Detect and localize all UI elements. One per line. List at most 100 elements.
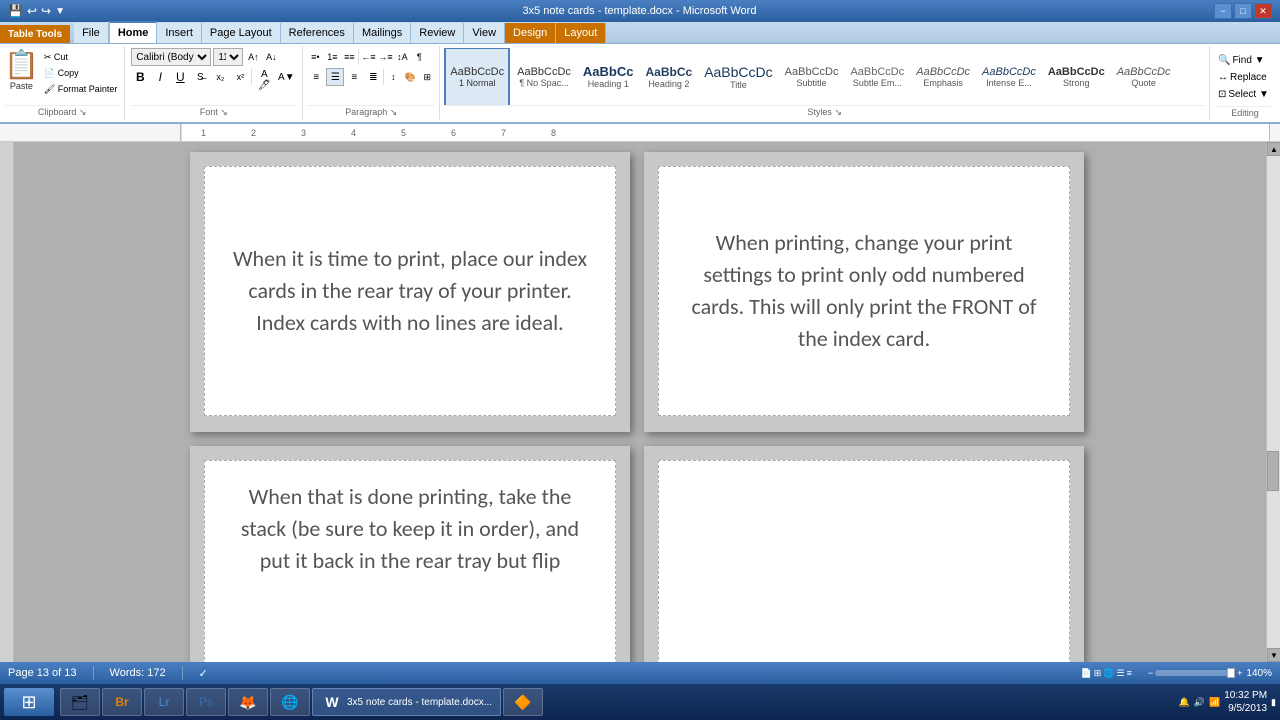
card-inner-1[interactable]: When it is time to print, place our inde… (204, 166, 616, 416)
card-inner-2[interactable]: When printing, change your print setting… (658, 166, 1070, 416)
style-heading2[interactable]: AaBbCc Heading 2 (641, 48, 698, 105)
line-spacing-button[interactable]: ↕ (385, 68, 401, 86)
text-highlight-button[interactable]: A🖊 (254, 68, 274, 86)
card-inner-4[interactable] (658, 460, 1070, 662)
taskbar-vlc[interactable]: 🔶 (503, 688, 543, 716)
taskbar-chrome[interactable]: 🌐 (270, 688, 310, 716)
style-subtitle[interactable]: AaBbCcDc Subtitle (780, 48, 844, 105)
increase-indent-button[interactable]: →≡ (377, 48, 393, 66)
scroll-track[interactable] (1267, 156, 1280, 648)
window-controls[interactable]: − □ ✕ (1214, 3, 1272, 19)
style-quote[interactable]: AaBbCcDc Quote (1112, 48, 1176, 105)
borders-button[interactable]: ⊞ (419, 68, 435, 86)
font-name-select[interactable]: Calibri (Body) (131, 48, 211, 66)
style-strong[interactable]: AaBbCcDc Strong (1043, 48, 1110, 105)
zoom-slider[interactable] (1155, 670, 1235, 676)
taskbar-lightroom[interactable]: Lr (144, 688, 184, 716)
card-page-2: When printing, change your print setting… (644, 152, 1084, 432)
close-button[interactable]: ✕ (1254, 3, 1272, 19)
show-formatting-button[interactable]: ¶ (411, 48, 427, 66)
maximize-button[interactable]: □ (1234, 3, 1252, 19)
font-grow-button[interactable]: A↑ (245, 48, 261, 66)
multilevel-button[interactable]: ≡≡ (341, 48, 357, 66)
cut-button[interactable]: ✂ Cut (41, 50, 120, 65)
view-draft-icon[interactable]: ≡ (1127, 668, 1132, 678)
view-outline-icon[interactable]: ☰ (1117, 668, 1125, 679)
style-subtle-em[interactable]: AaBbCcDc Subtle Em... (845, 48, 909, 105)
superscript-button[interactable]: x² (231, 68, 249, 86)
style-normal[interactable]: AaBbCcDc 1 Normal (444, 48, 510, 105)
style-no-spacing[interactable]: AaBbCcDc ¶ No Spac... (512, 48, 576, 105)
spell-check-icon[interactable]: ✓ (199, 667, 208, 680)
tab-review[interactable]: Review (411, 23, 464, 43)
align-center-button[interactable]: ☰ (326, 68, 344, 86)
style-emphasis[interactable]: AaBbCcDc Emphasis (911, 48, 975, 105)
clipboard-group: 📋 Paste ✂ Cut 📄 Copy 🖌 Format Painter Cl… (0, 46, 125, 120)
table-tools-tab[interactable]: Table Tools (0, 25, 70, 43)
style-heading1[interactable]: AaBbCc Heading 1 (578, 48, 639, 105)
vertical-scrollbar[interactable]: ▲ ▼ (1266, 142, 1280, 662)
view-web-icon[interactable]: 🌐 (1103, 668, 1114, 679)
card-page-4 (644, 446, 1084, 662)
find-button[interactable]: 🔍 Find ▼ (1216, 53, 1274, 68)
start-button[interactable]: ⊞ (4, 688, 54, 716)
zoom-level[interactable]: 140% (1246, 668, 1272, 679)
font-group: Calibri (Body) 11 A↑ A↓ B I U S̶ x₂ x² A… (125, 46, 303, 120)
taskbar-explorer[interactable]: 🗂 (60, 688, 100, 716)
view-full-icon[interactable]: ⊞ (1094, 668, 1102, 679)
subscript-button[interactable]: x₂ (211, 68, 229, 86)
tab-references[interactable]: References (281, 23, 354, 43)
taskbar-show-desktop[interactable]: ▮ (1271, 697, 1276, 708)
scroll-thumb[interactable] (1267, 451, 1279, 491)
justify-button[interactable]: ≣ (364, 68, 382, 86)
scroll-down-button[interactable]: ▼ (1267, 648, 1280, 662)
italic-button[interactable]: I (151, 68, 169, 86)
font-size-select[interactable]: 11 (213, 48, 243, 66)
view-print-icon[interactable]: 📄 (1081, 668, 1092, 679)
sort-button[interactable]: ↕A (394, 48, 410, 66)
style-title[interactable]: AaBbCcDc Title (699, 48, 777, 105)
shading-button[interactable]: 🎨 (402, 68, 418, 86)
svg-text:1: 1 (201, 128, 206, 138)
document-area: When it is time to print, place our inde… (0, 142, 1280, 662)
paste-button[interactable]: 📋 (4, 48, 39, 81)
taskbar-firefox[interactable]: 🦊 (228, 688, 268, 716)
select-button[interactable]: ⊡ Select ▼ (1216, 87, 1274, 102)
replace-button[interactable]: ↔ Replace (1216, 70, 1274, 85)
font-color-button[interactable]: A▼ (276, 68, 296, 86)
taskbar-photoshop[interactable]: Ps (186, 688, 226, 716)
underline-button[interactable]: U (171, 68, 189, 86)
tab-design[interactable]: Design (505, 23, 556, 43)
decrease-indent-button[interactable]: ←≡ (360, 48, 376, 66)
align-left-button[interactable]: ≡ (307, 68, 325, 86)
paragraph-group: ≡• 1≡ ≡≡ ←≡ →≡ ↕A ¶ ≡ ☰ ≡ ≣ ↕ 🎨 ⊞ Paragr… (303, 46, 440, 120)
format-painter-button[interactable]: 🖌 Format Painter (41, 82, 120, 97)
tab-home[interactable]: Home (109, 21, 158, 43)
status-bar: Page 13 of 13 Words: 172 ✓ 📄 ⊞ 🌐 ☰ ≡ − +… (0, 662, 1280, 684)
tab-layout[interactable]: Layout (556, 23, 606, 43)
font-shrink-button[interactable]: A↓ (263, 48, 279, 66)
bullets-button[interactable]: ≡• (307, 48, 323, 66)
taskbar-word[interactable]: W 3x5 note cards - template.docx... (312, 688, 501, 716)
taskbar: ⊞ 🗂 Br Lr Ps 🦊 🌐 W 3x5 note cards - temp… (0, 684, 1280, 720)
tab-page-layout[interactable]: Page Layout (202, 23, 281, 43)
style-intense-e[interactable]: AaBbCcDc Intense E... (977, 48, 1041, 105)
scroll-up-button[interactable]: ▲ (1267, 142, 1280, 156)
svg-text:5: 5 (401, 128, 406, 138)
align-right-button[interactable]: ≡ (345, 68, 363, 86)
card-inner-3[interactable]: When that is done printing, take the sta… (204, 460, 616, 662)
tab-view[interactable]: View (464, 23, 505, 43)
tab-insert[interactable]: Insert (157, 23, 202, 43)
minimize-button[interactable]: − (1214, 3, 1232, 19)
card-row-2: When that is done printing, take the sta… (190, 446, 1090, 662)
card-text-1: When it is time to print, place our inde… (225, 243, 595, 339)
copy-button[interactable]: 📄 Copy (41, 66, 120, 81)
tab-file[interactable]: File (74, 23, 109, 43)
tab-mailings[interactable]: Mailings (354, 23, 411, 43)
strikethrough-button[interactable]: S̶ (191, 68, 209, 86)
svg-text:3: 3 (301, 128, 306, 138)
bold-button[interactable]: B (131, 68, 149, 86)
numbering-button[interactable]: 1≡ (324, 48, 340, 66)
taskbar-volume-icon[interactable]: 🔊 (1194, 697, 1205, 708)
taskbar-bridge[interactable]: Br (102, 688, 142, 716)
